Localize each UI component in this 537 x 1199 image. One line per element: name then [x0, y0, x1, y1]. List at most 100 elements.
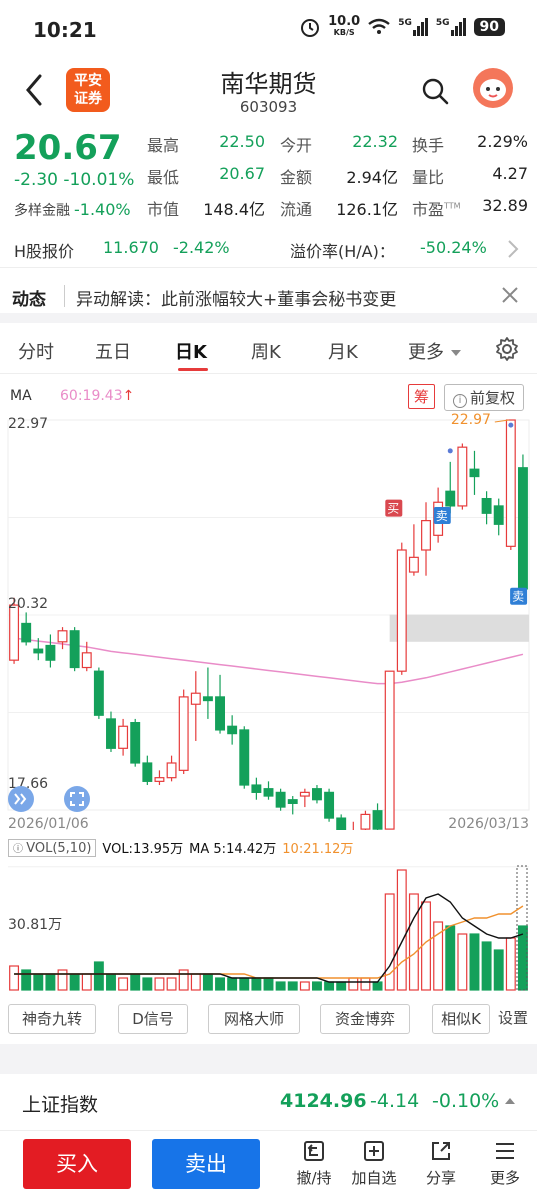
candle-body: [215, 696, 225, 731]
indicator-bar: 神奇九转 D信号 网格大师 资金博弈 相似K 设置: [0, 1002, 537, 1040]
max-price-label: 22.97: [451, 412, 491, 428]
candle-body: [384, 670, 395, 830]
close-icon[interactable]: [500, 285, 520, 305]
add-icon: [364, 1141, 384, 1161]
stat-value: 22.50: [219, 132, 265, 151]
indicator-d-signal[interactable]: D信号: [118, 1004, 188, 1034]
section-divider: [0, 1044, 537, 1074]
volume-bar: [275, 981, 286, 991]
tab-daily-k[interactable]: 日K: [175, 338, 207, 364]
tab-intraday[interactable]: 分时: [18, 338, 54, 364]
y-axis-max: 22.97: [8, 416, 49, 432]
index-change: -4.14: [370, 1090, 420, 1112]
candle-body: [142, 762, 153, 782]
share-icon: [432, 1142, 450, 1160]
indicator-magic-nine[interactable]: 神奇九转: [8, 1004, 96, 1034]
expand-left-icon[interactable]: [8, 786, 34, 812]
candle-body: [360, 813, 371, 830]
candle-body: [178, 696, 189, 771]
more-button[interactable]: 更多: [480, 1139, 530, 1188]
candle-body: [336, 817, 347, 830]
candle-body: [118, 725, 129, 749]
cancel-hold-button[interactable]: 撤/持: [289, 1139, 339, 1188]
date-end: 2026/03/13: [448, 816, 529, 832]
candle-body: [372, 810, 383, 830]
stat-key: 量比: [412, 168, 445, 187]
kline-svg: 22.9717.66买卖卖: [7, 412, 530, 830]
add-watchlist-label: 加自选: [351, 1169, 397, 1187]
indicator-similar-k[interactable]: 相似K: [432, 1004, 490, 1034]
user-avatar[interactable]: [473, 68, 513, 108]
candle-body: [166, 762, 177, 779]
indicator-fund-game[interactable]: 资金博弈: [320, 1004, 410, 1034]
vol-indicator-button[interactable]: ⓘ VOL(5,10): [8, 838, 97, 857]
stat-value: 20.67: [219, 164, 265, 183]
net-speed-unit: KB/S: [333, 27, 355, 37]
candle-body: [517, 467, 528, 590]
tab-weekly-k[interactable]: 周K: [251, 338, 281, 364]
fullscreen-icon[interactable]: [64, 786, 90, 812]
vol-value: VOL:13.95万: [102, 842, 184, 857]
ma60-value: 60:19.43↑: [60, 388, 134, 404]
volume-bar: [57, 969, 68, 991]
signal-dot: [508, 422, 514, 428]
candle-body: [421, 520, 431, 551]
stock-code: 603093: [239, 98, 298, 116]
candle-body: [275, 791, 286, 808]
y-axis-mid: 20.32: [8, 596, 49, 612]
signal-2: 5G: [436, 18, 467, 36]
volume-bar: [299, 981, 310, 991]
stock-name: 南华期货: [220, 70, 317, 98]
sell-button[interactable]: 卖出: [152, 1139, 260, 1189]
stat-item: 今开 22.32: [280, 132, 398, 156]
volume-svg: [8, 865, 529, 991]
market-index-row[interactable]: 上证指数 4124.96 -4.14 -0.10%: [0, 1078, 537, 1126]
candle-body: [287, 799, 298, 804]
news-text: 异动解读：此前涨幅较大+董事会秘书变更: [76, 290, 397, 310]
status-icons: 10.0 KB/S 5G 5G 90: [299, 13, 505, 38]
candle-body: [202, 696, 213, 702]
triangle-up-icon[interactable]: [504, 1096, 516, 1106]
battery-indicator: 90: [473, 18, 505, 36]
candle-body: [263, 788, 274, 797]
share-button[interactable]: 分享: [416, 1139, 466, 1188]
chips-button[interactable]: 筹: [408, 384, 436, 409]
candle-body: [457, 446, 468, 507]
change-value: -2.30: [14, 170, 58, 190]
candle-body: [312, 788, 322, 801]
adjust-label: 前复权: [470, 389, 516, 407]
sector-name: 多样金融: [14, 203, 70, 219]
news-row[interactable]: 动态 异动解读：此前涨幅较大+董事会秘书变更: [0, 277, 537, 313]
indicator-grid-master[interactable]: 网格大师: [208, 1004, 300, 1034]
net-speed-value: 10.0: [328, 13, 361, 29]
up-arrow-icon: ↑: [122, 388, 135, 404]
stat-value: 32.89: [482, 196, 528, 215]
candle-body: [45, 644, 56, 661]
volume-bar: [202, 973, 213, 991]
candle-body: [299, 791, 310, 797]
settings-gear-icon[interactable]: [494, 336, 520, 362]
adjust-button[interactable]: i 前复权: [444, 384, 525, 411]
tab-monthly-k[interactable]: 月K: [328, 338, 358, 364]
search-icon[interactable]: [420, 76, 450, 106]
volume-bar: [142, 977, 153, 991]
add-watchlist-button[interactable]: 加自选: [349, 1139, 399, 1188]
volume-bar: [93, 961, 104, 991]
sector-info[interactable]: 多样金融 -1.40%: [14, 200, 131, 220]
index-value: 4124.96: [280, 1090, 367, 1112]
kline-chart-panel[interactable]: MA 60:19.43↑ 筹 i前复权 22.9717.66买卖卖 22.97 …: [0, 380, 537, 1000]
hk-label: H股报价: [14, 242, 75, 261]
volume-bar: [215, 977, 225, 991]
hk-quote-row[interactable]: H股报价 11.670 -2.42% 溢价率(H/A)： -50.24%: [0, 234, 537, 268]
volume-bar: [21, 969, 32, 991]
buy-button[interactable]: 买入: [23, 1139, 131, 1189]
volume-bar: [45, 973, 56, 991]
stat-value: 4.27: [492, 164, 528, 183]
volume-bar: [287, 981, 298, 991]
candle-body: [33, 648, 44, 654]
tab-more[interactable]: 更多: [408, 338, 462, 364]
stat-key: 换手: [412, 136, 445, 155]
signal-bars-icon: [412, 18, 428, 36]
indicator-settings[interactable]: 设置: [492, 1004, 534, 1034]
tab-five-day[interactable]: 五日: [95, 338, 131, 364]
